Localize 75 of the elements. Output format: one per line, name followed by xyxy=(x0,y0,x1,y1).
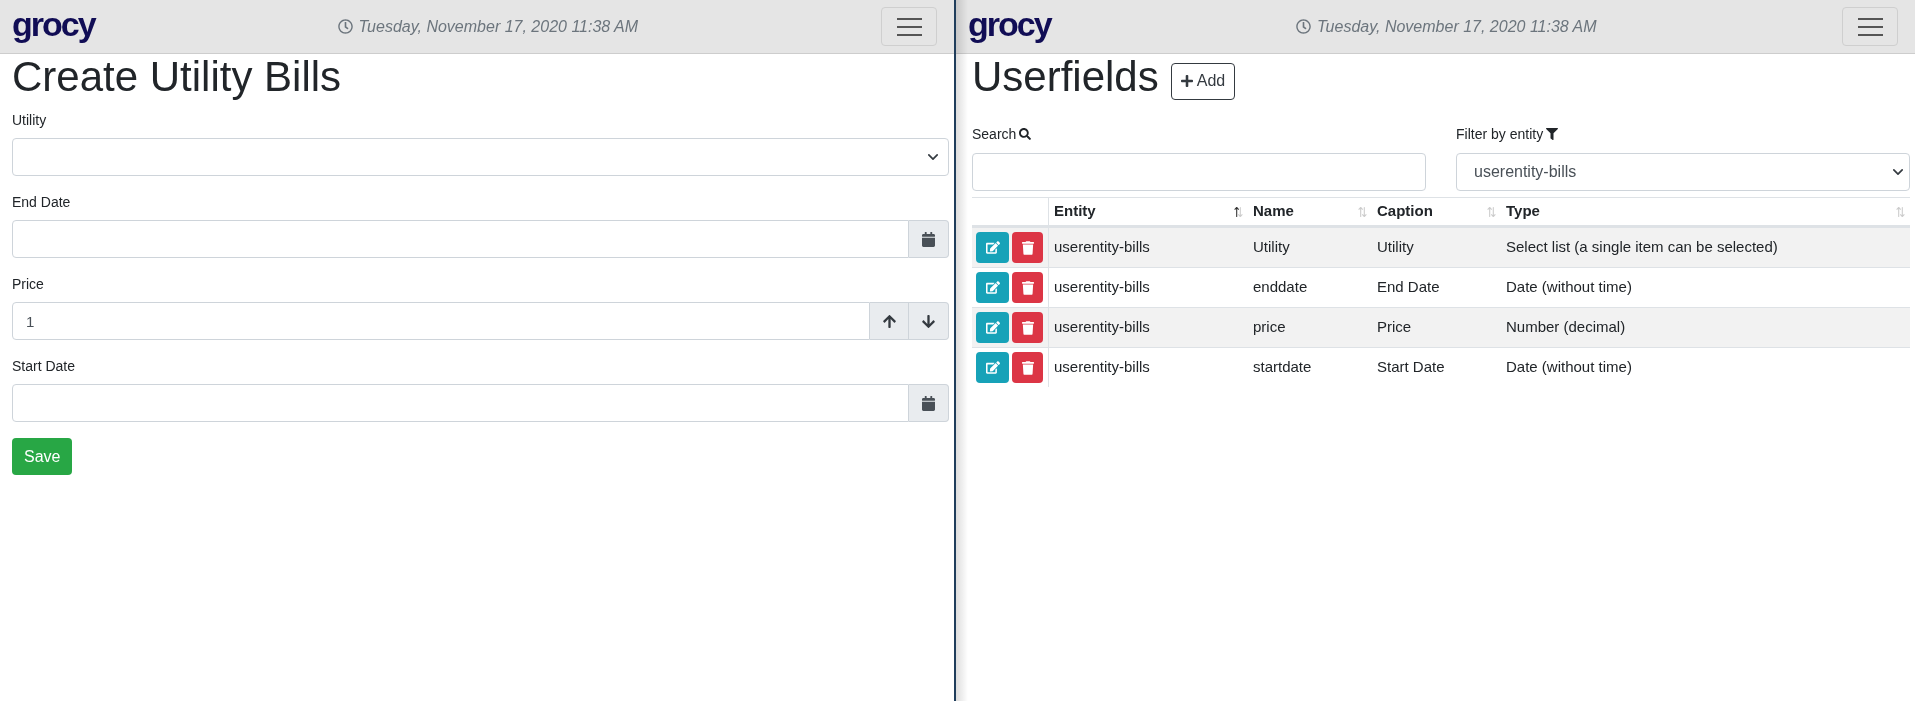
search-label: Search xyxy=(972,125,1017,144)
column-header[interactable]: Name xyxy=(1253,200,1294,223)
chevron-down-icon xyxy=(1893,169,1903,175)
number-input[interactable]: 1 xyxy=(12,302,870,340)
table-cell-text: Price xyxy=(1377,317,1412,338)
table-cell-text: End Date xyxy=(1377,277,1440,298)
decrease-button[interactable] xyxy=(909,302,949,340)
chevron-down-icon xyxy=(928,154,938,160)
edit-button[interactable] xyxy=(976,272,1009,303)
add-button[interactable]: Add xyxy=(1170,62,1236,100)
edit-button[interactable] xyxy=(976,352,1009,383)
edit-icon xyxy=(985,321,1000,334)
edit-icon xyxy=(985,361,1000,374)
table-cell-text: Date (without time) xyxy=(1506,357,1632,378)
clock-icon xyxy=(1296,19,1311,34)
arrow-up-icon xyxy=(882,313,896,329)
date-time: Tuesday, November 17, 2020 11:38 AM xyxy=(358,16,639,37)
page-title: Userfields xyxy=(972,54,1159,100)
filter-label: Filter by entity xyxy=(1456,125,1544,144)
table-cell-text: Utility xyxy=(1377,237,1414,258)
arrow-down-icon xyxy=(922,313,935,329)
delete-button[interactable] xyxy=(1012,272,1043,303)
clock-icon xyxy=(337,19,353,34)
menu-button[interactable] xyxy=(881,7,937,46)
column-header[interactable]: Type xyxy=(1506,200,1540,223)
table-cell-text: userentity-bills xyxy=(1054,357,1150,378)
field-label: Start Date xyxy=(12,358,76,374)
sort-icon[interactable] xyxy=(1234,205,1243,218)
date-input[interactable] xyxy=(12,384,909,422)
trash-icon xyxy=(1021,280,1034,295)
calendar-button[interactable] xyxy=(909,220,949,258)
date-time: Tuesday, November 17, 2020 11:38 AM xyxy=(1317,16,1597,37)
filter-icon xyxy=(1546,128,1559,140)
column-header[interactable]: Caption xyxy=(1377,200,1433,223)
table-cell-text: enddate xyxy=(1253,277,1308,298)
field-label: Price xyxy=(12,276,44,292)
logo[interactable]: grocy xyxy=(968,6,1051,41)
trash-icon xyxy=(1021,240,1034,255)
calendar-icon xyxy=(922,231,935,247)
search-input[interactable] xyxy=(972,153,1426,191)
logo[interactable]: grocy xyxy=(12,6,95,41)
menu-icon xyxy=(1857,17,1883,36)
table-cell-text: startdate xyxy=(1253,357,1312,378)
select-field[interactable] xyxy=(12,138,949,176)
menu-button[interactable] xyxy=(1842,7,1898,46)
increase-button[interactable] xyxy=(870,302,909,340)
field-label: Utility xyxy=(12,112,47,128)
date-input[interactable] xyxy=(12,220,909,258)
table-cell-text: Select list (a single item can be selected) xyxy=(1506,237,1778,258)
trash-icon xyxy=(1021,320,1034,335)
table-cell-text: userentity-bills xyxy=(1054,277,1150,298)
delete-button[interactable] xyxy=(1012,312,1043,343)
trash-icon xyxy=(1021,360,1034,375)
calendar-icon xyxy=(922,395,935,411)
delete-button[interactable] xyxy=(1012,352,1043,383)
field-label: End Date xyxy=(12,194,71,210)
table-cell-text: Utility xyxy=(1253,237,1290,258)
edit-icon xyxy=(985,241,1000,254)
edit-button[interactable] xyxy=(976,312,1009,343)
edit-icon xyxy=(985,281,1000,294)
column-header[interactable]: Entity xyxy=(1054,200,1096,223)
table-cell-text: userentity-bills xyxy=(1054,237,1150,258)
table-cell-text: Number (decimal) xyxy=(1506,317,1626,338)
delete-button[interactable] xyxy=(1012,232,1043,263)
table-cell-text: price xyxy=(1253,317,1286,338)
table-cell-text: Date (without time) xyxy=(1506,277,1632,298)
page-title: Create Utility Bills xyxy=(12,54,343,100)
search-icon xyxy=(1019,128,1032,140)
entity-select[interactable]: userentity-bills xyxy=(1456,153,1910,191)
table-cell-text: Start Date xyxy=(1377,357,1445,378)
calendar-button[interactable] xyxy=(909,384,949,422)
edit-button[interactable] xyxy=(976,232,1009,263)
plus-icon xyxy=(1180,74,1193,88)
table-cell-text: userentity-bills xyxy=(1054,317,1150,338)
menu-icon xyxy=(896,17,922,36)
